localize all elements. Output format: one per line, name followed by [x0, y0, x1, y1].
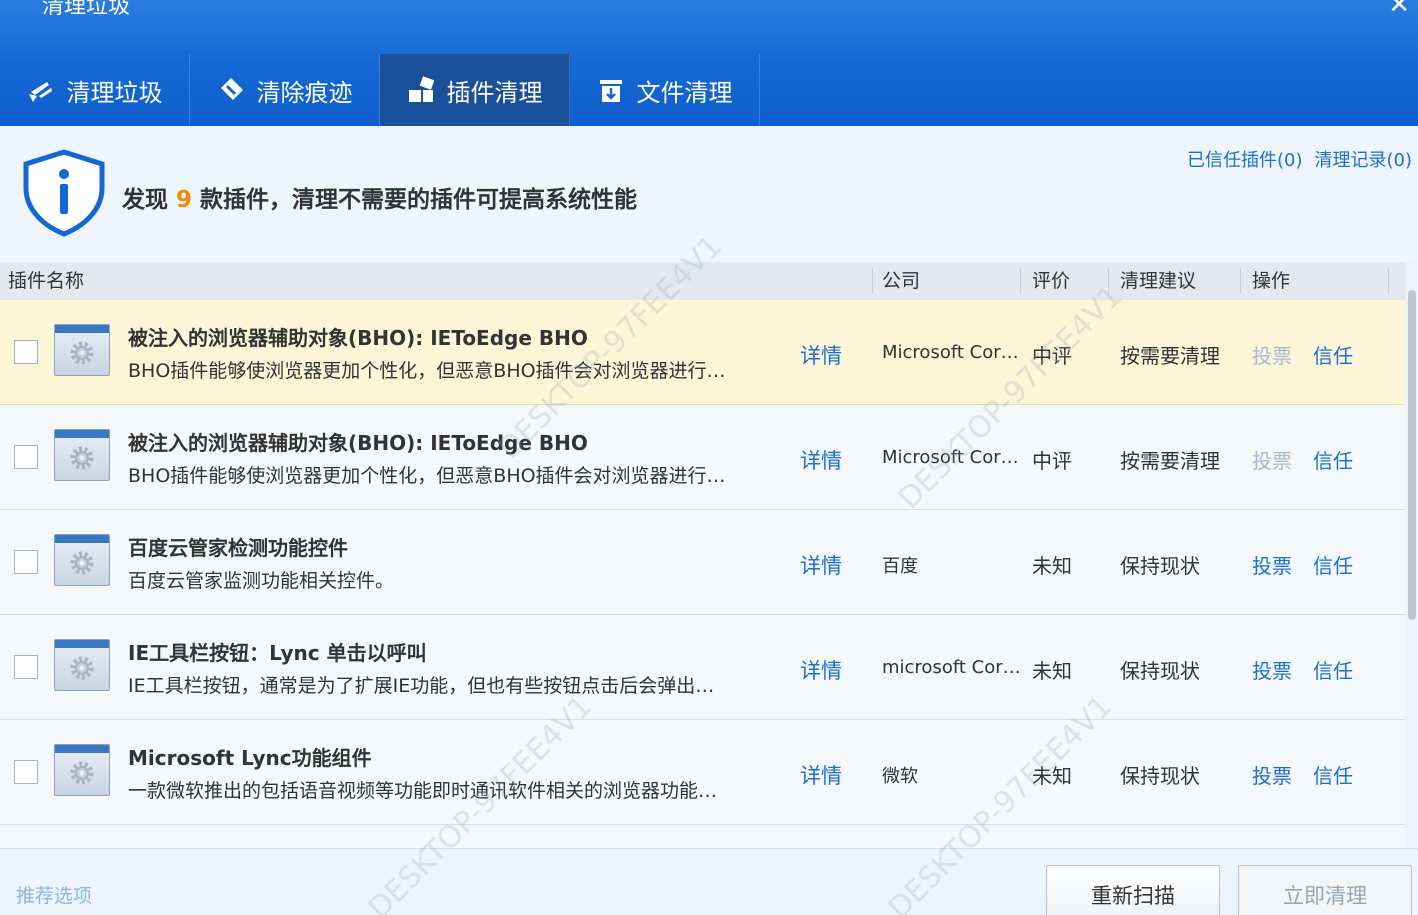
trusted-plugins-link[interactable]: 已信任插件(0) — [1187, 150, 1303, 171]
details-link[interactable]: 详情 — [800, 340, 842, 370]
col-company: 公司 — [882, 270, 921, 292]
clean-advice: 保持现状 — [1120, 554, 1200, 578]
tab-clean-junk[interactable]: 清理垃圾 — [0, 54, 190, 126]
plugin-name: 百度云管家检测功能控件 — [128, 536, 348, 560]
row-checkbox[interactable] — [14, 760, 38, 784]
eraser-icon — [217, 76, 245, 104]
trust-link[interactable]: 信任 — [1313, 340, 1353, 369]
plugin-description: BHO插件能够使浏览器更加个性化，但恶意BHO插件会对浏览器进行… — [128, 360, 726, 382]
plugin-rating: 未知 — [1032, 659, 1072, 683]
summary-suffix: 款插件，清理不需要的插件可提高系统性能 — [200, 187, 638, 213]
close-icon[interactable]: ✕ — [1388, 0, 1410, 20]
plugin-gear-icon — [54, 534, 110, 586]
table-header: 插件名称 公司 评价 清理建议 操作 — [0, 262, 1418, 300]
plugin-description: 一款微软推出的包括语音视频等功能即时通讯软件相关的浏览器功能… — [128, 780, 718, 802]
scrollbar-thumb[interactable] — [1408, 290, 1416, 620]
tab-label: 文件清理 — [636, 78, 733, 107]
table-row[interactable]: IE工具栏按钮：Lync 单击以呼叫 IE工具栏按钮，通常是为了扩展IE功能，但… — [0, 615, 1405, 720]
details-link[interactable]: 详情 — [800, 550, 842, 580]
trust-link[interactable]: 信任 — [1313, 760, 1353, 789]
table-row[interactable]: 被注入的浏览器辅助对象(BHO): IEToEdge BHO BHO插件能够使浏… — [0, 300, 1405, 405]
clean-advice: 保持现状 — [1120, 659, 1200, 683]
plugin-gear-icon — [54, 639, 110, 691]
col-divider — [872, 268, 873, 294]
plugin-name: Microsoft Lync功能组件 — [128, 746, 372, 770]
plugin-name: 被注入的浏览器辅助对象(BHO): IEToEdge BHO — [128, 431, 588, 455]
tab-file-clean[interactable]: 文件清理 — [570, 54, 760, 126]
summary-prefix: 发现 — [122, 187, 168, 213]
row-checkbox[interactable] — [14, 340, 38, 364]
scan-summary: 发现 9 款插件，清理不需要的插件可提高系统性能 已信任插件(0) 清理记录(0) — [0, 126, 1418, 262]
top-links: 已信任插件(0) 清理记录(0) — [1175, 146, 1412, 172]
plugin-company: microsoft Cor… — [882, 657, 1021, 678]
plugin-description: 百度云管家监测功能相关控件。 — [128, 570, 395, 592]
col-name: 插件名称 — [8, 270, 85, 292]
plugin-gear-icon — [54, 324, 110, 376]
plugin-rating: 未知 — [1032, 554, 1072, 578]
broom-icon — [27, 76, 55, 104]
tab-label: 插件清理 — [446, 78, 543, 107]
col-advice: 清理建议 — [1120, 270, 1197, 292]
details-link[interactable]: 详情 — [800, 655, 842, 685]
clean-advice: 按需要清理 — [1120, 449, 1220, 473]
clean-advice: 保持现状 — [1120, 764, 1200, 788]
col-action: 操作 — [1252, 270, 1291, 292]
trust-link[interactable]: 信任 — [1313, 550, 1353, 579]
plugin-name: 被注入的浏览器辅助对象(BHO): IEToEdge BHO — [128, 326, 588, 350]
vertical-scrollbar[interactable] — [1405, 262, 1418, 848]
row-checkbox[interactable] — [14, 445, 38, 469]
plugin-gear-icon — [54, 429, 110, 481]
plugin-count: 9 — [176, 187, 193, 213]
plugin-rating: 未知 — [1032, 764, 1072, 788]
vote-link[interactable]: 投票 — [1252, 445, 1292, 474]
tab-bar: 清理垃圾 清除痕迹 插件清理 文件清理 — [0, 54, 760, 126]
title-bar: 清理垃圾 ✕ 清理垃圾 清除痕迹 插件清理 文件清理 — [0, 0, 1418, 126]
col-divider — [1020, 268, 1021, 294]
plugin-description: BHO插件能够使浏览器更加个性化，但恶意BHO插件会对浏览器进行… — [128, 465, 726, 487]
vote-link[interactable]: 投票 — [1252, 550, 1292, 579]
plugin-gear-icon — [54, 744, 110, 796]
tab-plugin-clean[interactable]: 插件清理 — [380, 54, 570, 126]
clean-now-button[interactable]: 立即清理 — [1238, 865, 1412, 915]
row-checkbox[interactable] — [14, 550, 38, 574]
table-row[interactable]: Microsoft Lync功能组件 一款微软推出的包括语音视频等功能即时通讯软… — [0, 720, 1405, 825]
vote-link[interactable]: 投票 — [1252, 655, 1292, 684]
tab-label: 清理垃圾 — [66, 78, 163, 107]
clean-advice: 按需要清理 — [1120, 344, 1220, 368]
plugin-company: 百度 — [882, 556, 918, 577]
details-link[interactable]: 详情 — [800, 760, 842, 790]
tab-clear-traces[interactable]: 清除痕迹 — [190, 54, 380, 126]
trust-link[interactable]: 信任 — [1313, 445, 1353, 474]
info-shield-icon — [23, 149, 105, 237]
window-title: 清理垃圾 — [42, 0, 131, 19]
table-row[interactable]: 百度云管家检测功能控件 百度云管家监测功能相关控件。 详情 百度 未知 保持现状… — [0, 510, 1405, 615]
col-rating: 评价 — [1032, 270, 1071, 292]
details-link[interactable]: 详情 — [800, 445, 842, 475]
plugin-description: IE工具栏按钮，通常是为了扩展IE功能，但也有些按钮点击后会弹出… — [128, 675, 715, 697]
vote-link[interactable]: 投票 — [1252, 760, 1292, 789]
plugin-company: 微软 — [882, 766, 918, 787]
plugin-company: Microsoft Cor… — [882, 342, 1019, 363]
recommended-options-link[interactable]: 推荐选项 — [16, 881, 92, 908]
col-divider — [1388, 268, 1389, 294]
vote-link[interactable]: 投票 — [1252, 340, 1292, 369]
summary-headline: 发现 9 款插件，清理不需要的插件可提高系统性能 — [122, 180, 637, 214]
plugin-name: IE工具栏按钮：Lync 单击以呼叫 — [128, 641, 427, 665]
plugin-list: 被注入的浏览器辅助对象(BHO): IEToEdge BHO BHO插件能够使浏… — [0, 300, 1405, 825]
table-row[interactable]: 被注入的浏览器辅助对象(BHO): IEToEdge BHO BHO插件能够使浏… — [0, 405, 1405, 510]
row-checkbox[interactable] — [14, 655, 38, 679]
col-divider — [1240, 268, 1241, 294]
col-divider — [1108, 268, 1109, 294]
plugin-rating: 中评 — [1032, 449, 1072, 473]
plugin-company: Microsoft Cor… — [882, 447, 1019, 468]
rescan-button[interactable]: 重新扫描 — [1046, 865, 1220, 915]
tab-label: 清除痕迹 — [256, 78, 353, 107]
footer-bar: 推荐选项 重新扫描 立即清理 — [0, 848, 1418, 915]
plugin-icon — [407, 76, 435, 104]
clean-history-link[interactable]: 清理记录(0) — [1315, 150, 1413, 171]
trash-icon — [597, 76, 625, 104]
plugin-rating: 中评 — [1032, 344, 1072, 368]
trust-link[interactable]: 信任 — [1313, 655, 1353, 684]
